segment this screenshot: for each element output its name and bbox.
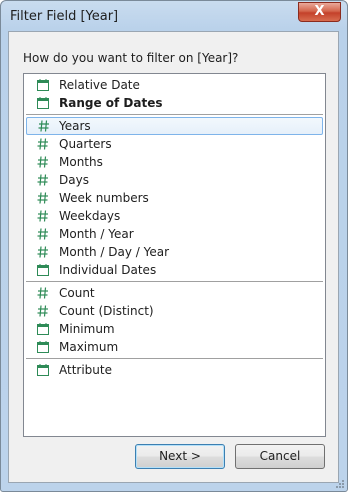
- calendar-icon: [37, 79, 49, 91]
- filter-field-dialog: Filter Field [Year] X How do you want to…: [0, 0, 348, 492]
- option-weekdays[interactable]: Weekdays: [26, 207, 323, 225]
- filter-prompt: How do you want to filter on [Year]?: [23, 51, 239, 65]
- option-individual-dates[interactable]: Individual Dates: [26, 261, 323, 279]
- option-count[interactable]: Count: [26, 284, 323, 302]
- calendar-icon: [37, 341, 49, 353]
- filter-options-list[interactable]: Relative Date Range of Dates Years Quart…: [23, 73, 326, 437]
- hash-icon: [37, 210, 48, 222]
- title-bar[interactable]: Filter Field [Year] X: [1, 1, 347, 31]
- option-week-numbers[interactable]: Week numbers: [26, 189, 323, 207]
- hash-icon: [37, 246, 48, 258]
- option-label: Relative Date: [59, 78, 140, 92]
- option-label: Quarters: [59, 137, 112, 151]
- option-attribute[interactable]: Attribute: [26, 361, 323, 379]
- option-label: Range of Dates: [59, 96, 163, 110]
- option-label: Individual Dates: [59, 263, 157, 277]
- option-count-distinct[interactable]: Count (Distinct): [26, 302, 323, 320]
- close-button[interactable]: X: [298, 2, 341, 22]
- option-label: Years: [59, 119, 91, 133]
- hash-icon: [38, 120, 49, 132]
- option-month-year[interactable]: Month / Year: [26, 225, 323, 243]
- option-months[interactable]: Months: [26, 153, 323, 171]
- list-divider: [26, 358, 323, 359]
- hash-icon: [37, 287, 48, 299]
- dialog-body: How do you want to filter on [Year]? Rel…: [8, 31, 339, 483]
- hash-icon: [37, 228, 48, 240]
- option-label: Maximum: [59, 340, 119, 354]
- option-minimum[interactable]: Minimum: [26, 320, 323, 338]
- close-icon: X: [314, 4, 325, 19]
- option-label: Month / Day / Year: [59, 245, 170, 259]
- option-maximum[interactable]: Maximum: [26, 338, 323, 356]
- option-month-day-year[interactable]: Month / Day / Year: [26, 243, 323, 261]
- hash-icon: [37, 156, 48, 168]
- hash-icon: [37, 138, 48, 150]
- option-label: Count (Distinct): [59, 304, 154, 318]
- calendar-icon: [37, 364, 49, 376]
- option-quarters[interactable]: Quarters: [26, 135, 323, 153]
- list-divider: [26, 114, 323, 115]
- hash-icon: [37, 305, 48, 317]
- resize-grip-icon[interactable]: [334, 478, 344, 488]
- option-label: Count: [59, 286, 95, 300]
- cancel-button[interactable]: Cancel: [235, 444, 325, 469]
- next-button[interactable]: Next >: [135, 444, 225, 469]
- option-relative-date[interactable]: Relative Date: [26, 76, 323, 94]
- option-label: Days: [59, 173, 89, 187]
- hash-icon: [37, 174, 48, 186]
- calendar-icon: [37, 323, 49, 335]
- window-title: Filter Field [Year]: [10, 9, 119, 24]
- calendar-icon: [37, 264, 49, 276]
- option-label: Week numbers: [59, 191, 149, 205]
- option-label: Months: [59, 155, 103, 169]
- hash-icon: [37, 192, 48, 204]
- calendar-icon: [37, 97, 49, 109]
- option-label: Month / Year: [59, 227, 134, 241]
- option-days[interactable]: Days: [26, 171, 323, 189]
- option-range-of-dates[interactable]: Range of Dates: [26, 94, 323, 112]
- option-label: Attribute: [59, 363, 112, 377]
- list-divider: [26, 281, 323, 282]
- option-label: Minimum: [59, 322, 115, 336]
- option-years[interactable]: Years: [26, 117, 323, 135]
- option-label: Weekdays: [59, 209, 121, 223]
